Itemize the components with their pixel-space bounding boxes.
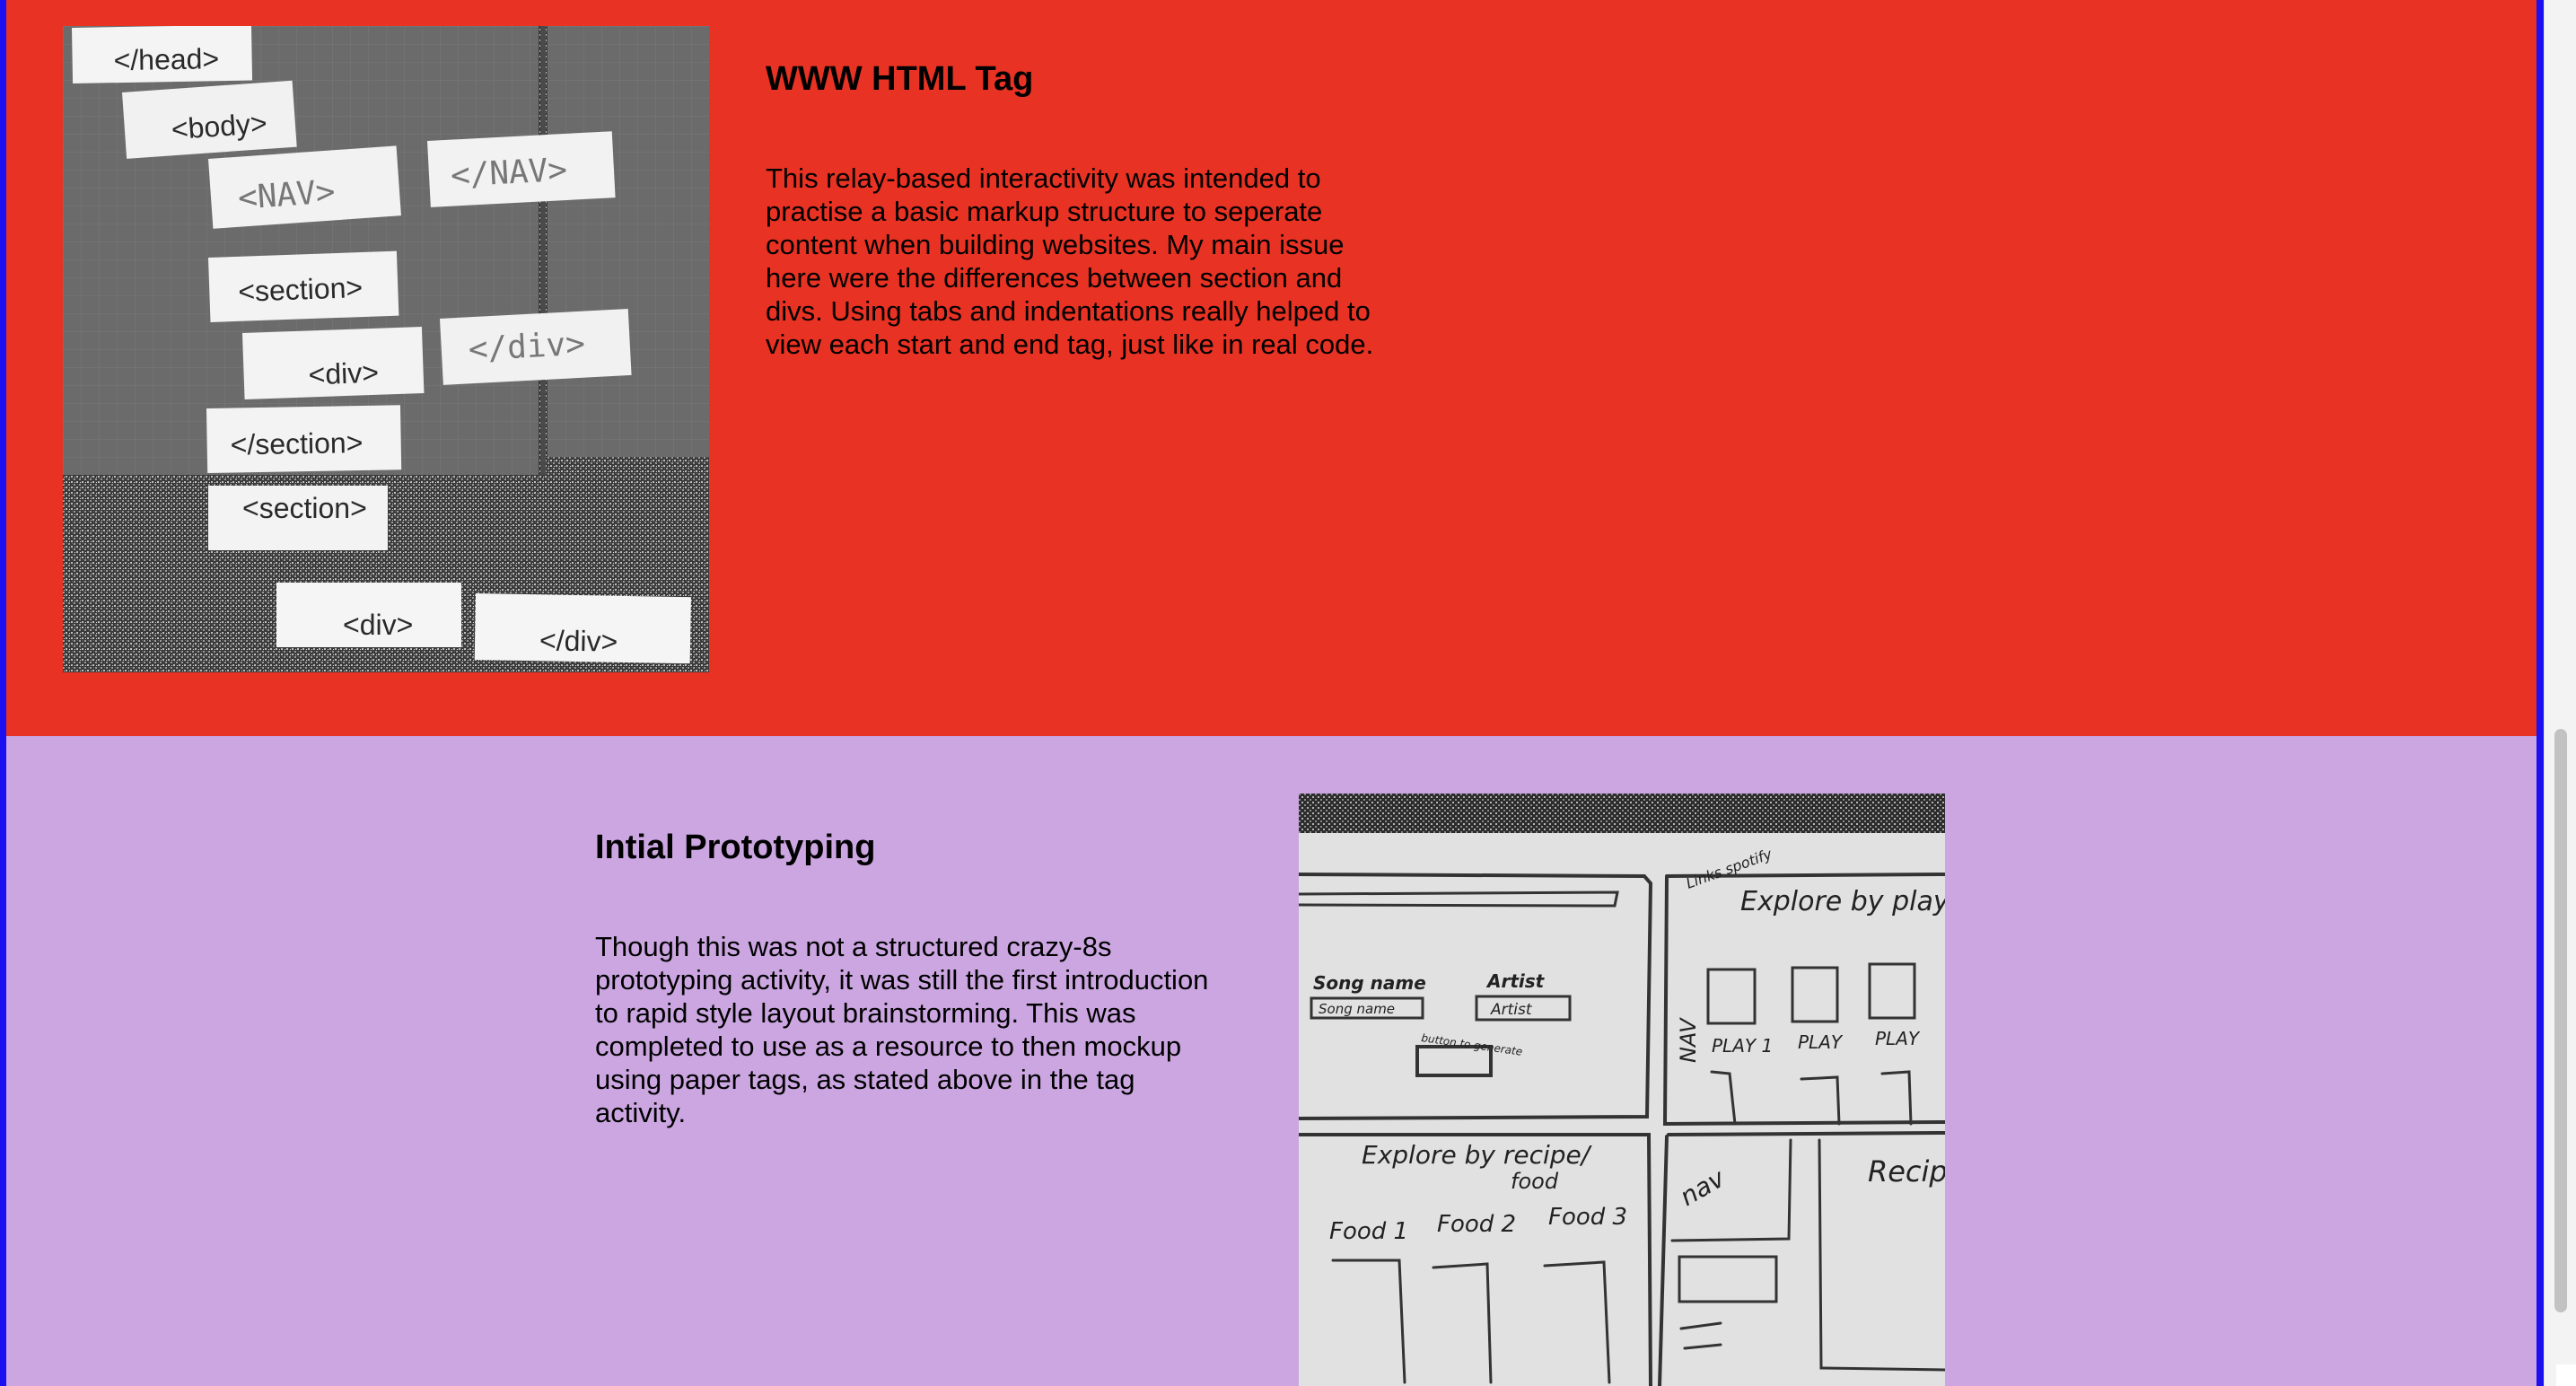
card-nav-close: </NAV>: [450, 152, 568, 195]
scrollbar-thumb[interactable]: [2554, 729, 2567, 1312]
section-heading-html-tag: WWW HTML Tag: [766, 60, 1034, 98]
body-line: content when building websites. My main …: [766, 229, 1345, 260]
body-line: This relay-based interactivity was inten…: [766, 162, 1321, 194]
card-section-open: <section>: [238, 271, 364, 308]
body-line: practise a basic markup structure to sep…: [766, 196, 1323, 227]
sketch-food: food: [1511, 1169, 1559, 1194]
sketch-recipe: Recipe: [1868, 1154, 1945, 1189]
sketch-explore-by-play: Explore by play: [1740, 886, 1945, 917]
window-resize-corner[interactable]: [2556, 1364, 2576, 1386]
sketch-play-2: PLAY: [1798, 1031, 1844, 1053]
card-div-open-2: <div>: [343, 609, 413, 641]
body-line: here were the differences between sectio…: [766, 262, 1343, 294]
body-line: view each start and end tag, just like i…: [766, 329, 1374, 360]
card-section-open-2: <section>: [242, 492, 367, 524]
body-line: using paper tags, as stated above in the…: [595, 1064, 1135, 1095]
card-div-close-2: </div>: [539, 624, 618, 658]
card-div-close: </div>: [468, 326, 586, 369]
card-div-open: <div>: [308, 356, 379, 391]
window-frame-right: [2537, 0, 2544, 1386]
body-line: completed to use as a resource to then m…: [595, 1031, 1182, 1062]
page-viewport: </head> <body> <NAV> </NAV> <section> <d…: [0, 0, 2576, 1386]
sketch-nav-vertical: NAV: [1676, 1017, 1701, 1063]
body-line: Though this was not a structured crazy-8…: [595, 931, 1112, 962]
card-body-open: <body>: [171, 107, 268, 145]
sketch-explore-by-recipe: Explore by recipe/: [1362, 1140, 1592, 1170]
body-line: divs. Using tabs and indentations really…: [766, 295, 1371, 327]
sketch-song-name-box: Song name: [1319, 1001, 1395, 1017]
section-body-html-tag: This relay-based interactivity was inten…: [766, 162, 1373, 361]
sketch-play-3: PLAY: [1875, 1028, 1921, 1049]
card-nav-open: <NAV>: [237, 173, 337, 216]
body-line: to rapid style layout brainstorming. Thi…: [595, 997, 1136, 1029]
sketch-food-3: Food 3: [1548, 1204, 1627, 1231]
html-tag-cards-illustration: </head> <body> <NAV> </NAV> <section> <d…: [63, 26, 709, 672]
sketch-artist-box: Artist: [1490, 1001, 1533, 1019]
section-initial-prototyping: [6, 736, 2537, 1386]
prototype-sketch-illustration: Explore by play Links spotify Song name …: [1299, 794, 1945, 1386]
html-tag-cards-photo: </head> <body> <NAV> </NAV> <section> <d…: [63, 26, 709, 672]
sketch-song-name: Song name: [1313, 972, 1426, 994]
card-section-close: </section>: [230, 426, 363, 461]
body-line: prototyping activity, it was still the f…: [595, 964, 1209, 996]
card-head-close: </head>: [113, 42, 219, 76]
sketch-artist: Artist: [1485, 970, 1546, 992]
body-line: activity.: [595, 1097, 687, 1128]
sketch-food-2: Food 2: [1437, 1211, 1516, 1238]
sketch-food-1: Food 1: [1329, 1218, 1408, 1245]
section-body-prototyping: Though this was not a structured crazy-8…: [595, 930, 1208, 1129]
prototype-sketch-photo: Explore by play Links spotify Song name …: [1299, 794, 1945, 1386]
sketch-play-1: PLAY 1: [1712, 1035, 1773, 1057]
section-heading-prototyping: Intial Prototyping: [595, 829, 876, 866]
window-frame-left: [0, 0, 6, 1386]
